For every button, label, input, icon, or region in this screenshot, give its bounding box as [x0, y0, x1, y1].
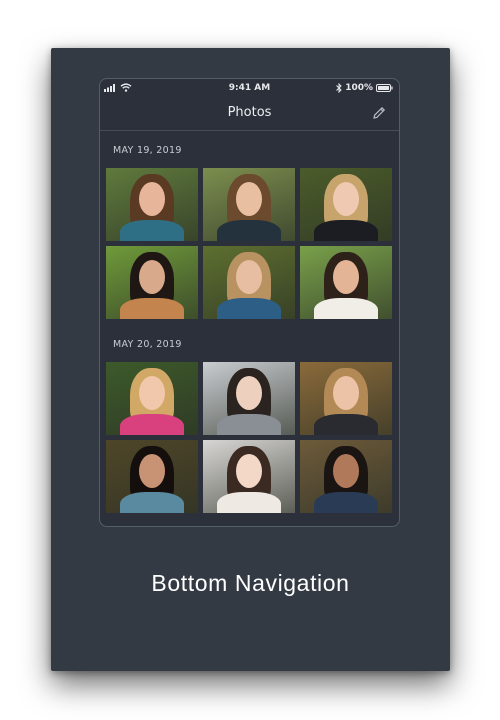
photo-thumbnail[interactable] [203, 168, 295, 241]
photo-body [120, 298, 184, 319]
bluetooth-icon [336, 83, 342, 93]
photo-face [139, 260, 165, 294]
photo-face [333, 376, 359, 410]
photo-body [314, 414, 378, 435]
photo-body [314, 220, 378, 241]
photo-thumbnail[interactable] [300, 362, 392, 435]
photo-thumbnail[interactable] [300, 168, 392, 241]
photo-body [314, 298, 378, 319]
battery-icon [376, 84, 393, 92]
photo-body [217, 220, 281, 241]
photo-body [217, 414, 281, 435]
nav-bar: Photos [100, 99, 399, 131]
photo-face [236, 376, 262, 410]
photo-thumbnail[interactable] [106, 168, 198, 241]
photo-face [139, 454, 165, 488]
photo-grid-2 [106, 362, 395, 513]
photo-face [333, 454, 359, 488]
status-right: 100% [336, 83, 393, 93]
photo-face [236, 182, 262, 216]
caption: Bottom Navigation [151, 570, 350, 596]
photo-thumbnail[interactable] [203, 440, 295, 513]
pencil-icon[interactable] [371, 105, 387, 121]
photo-thumbnail[interactable] [300, 440, 392, 513]
status-bar: 9:41 AM 100% [100, 79, 399, 99]
photo-thumbnail[interactable] [203, 246, 295, 319]
phone-screen: 9:41 AM 100% Photos MAY 19, 2019 MAY 20,… [99, 78, 400, 527]
section-date-2: MAY 20, 2019 [113, 339, 182, 350]
photo-thumbnail[interactable] [300, 246, 392, 319]
photo-thumbnail[interactable] [106, 362, 198, 435]
section-date-1: MAY 19, 2019 [113, 145, 182, 156]
page-title: Photos [227, 105, 272, 120]
battery-percent: 100% [345, 83, 373, 93]
photo-thumbnail[interactable] [106, 246, 198, 319]
photo-body [120, 220, 184, 241]
photo-body [120, 414, 184, 435]
photo-body [314, 492, 378, 513]
photo-thumbnail[interactable] [203, 362, 295, 435]
photo-thumbnail[interactable] [106, 440, 198, 513]
photo-face [333, 182, 359, 216]
photo-grid-1 [106, 168, 395, 319]
photo-face [139, 376, 165, 410]
showcase-card: 9:41 AM 100% Photos MAY 19, 2019 MAY 20,… [51, 48, 450, 671]
photo-face [236, 454, 262, 488]
photo-face [333, 260, 359, 294]
photo-body [217, 492, 281, 513]
photo-face [236, 260, 262, 294]
photo-face [139, 182, 165, 216]
photo-body [120, 492, 184, 513]
photo-body [217, 298, 281, 319]
